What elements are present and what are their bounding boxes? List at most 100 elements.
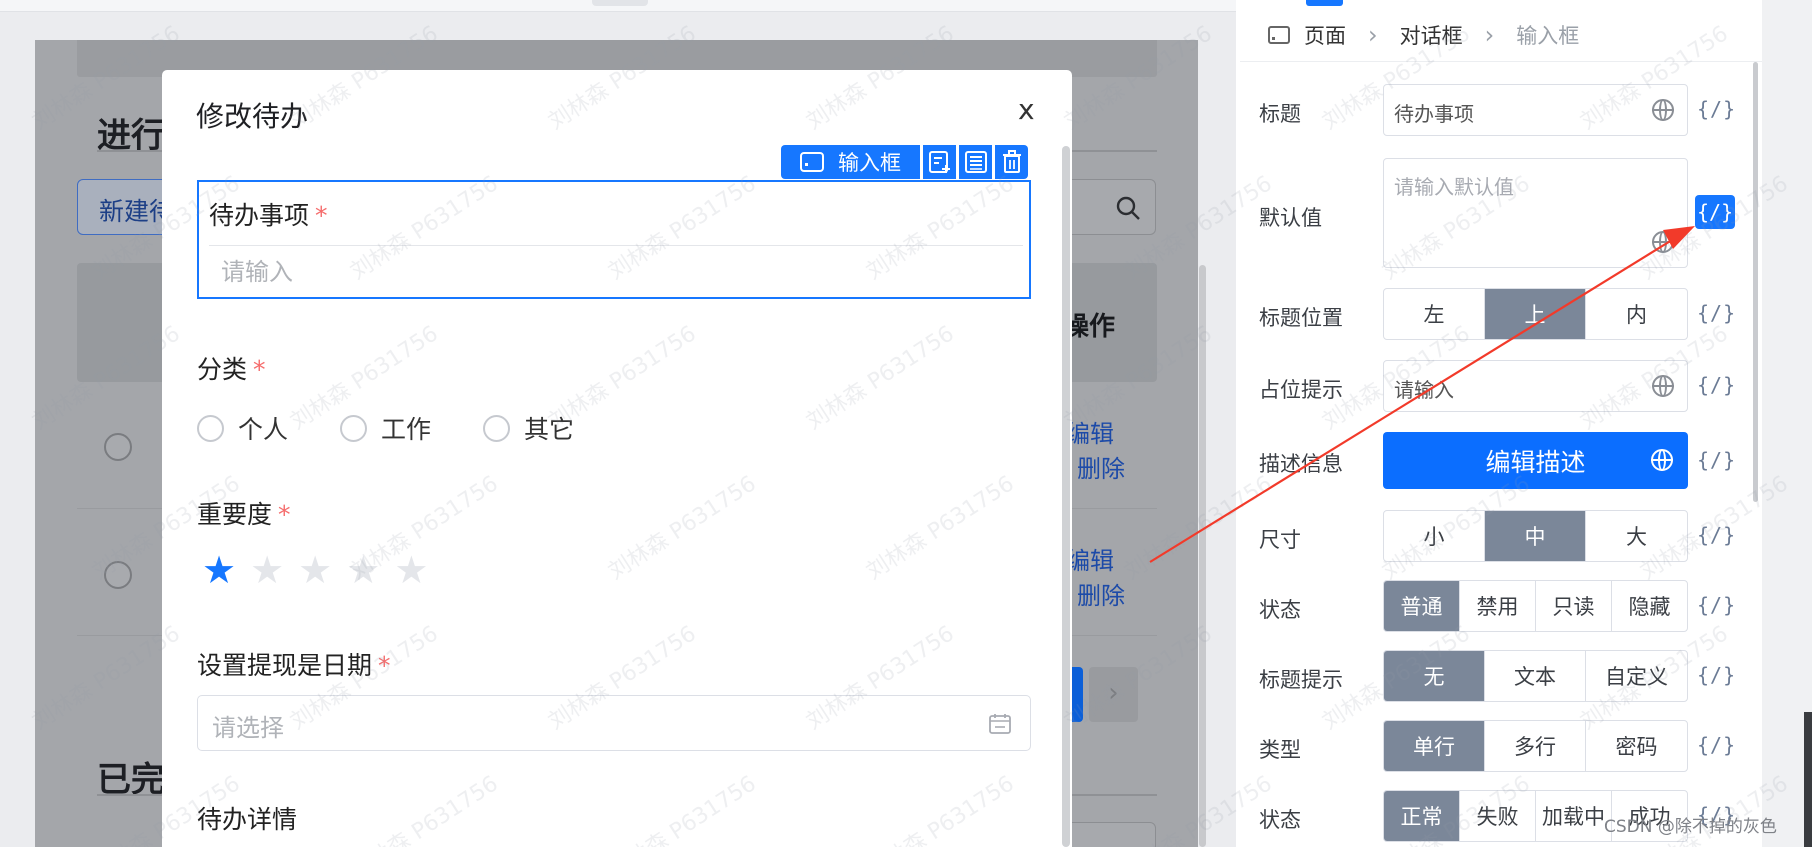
row-radio[interactable] xyxy=(104,561,132,589)
search-input[interactable] xyxy=(1060,179,1156,235)
importance-label: 重要度 * xyxy=(197,495,291,531)
breadcrumb-dialog[interactable]: 对话框 xyxy=(1400,20,1463,50)
title-input[interactable]: 待办事项 xyxy=(1383,84,1688,136)
segment-medium[interactable]: 中 xyxy=(1485,511,1586,561)
field-divider xyxy=(209,245,1023,246)
segment-hidden[interactable]: 隐藏 xyxy=(1612,581,1687,631)
row-delete-link[interactable]: 删除 xyxy=(1077,449,1125,484)
segment-readonly[interactable]: 只读 xyxy=(1536,581,1612,631)
size-segment: 小 中 大 xyxy=(1383,510,1688,562)
radio-other[interactable]: 其它 xyxy=(483,410,574,446)
globe-icon[interactable] xyxy=(1652,99,1674,121)
field-type-label: 输入框 xyxy=(838,151,901,175)
panel-scrollbar[interactable] xyxy=(1753,62,1758,502)
canvas-top-tab[interactable] xyxy=(592,0,648,6)
state-segment: 普通 禁用 只读 隐藏 xyxy=(1383,580,1688,632)
panel-edge xyxy=(1804,712,1812,847)
segment-inside[interactable]: 内 xyxy=(1586,289,1687,339)
field-type-badge[interactable]: 输入框 xyxy=(781,145,920,179)
dialog-scrollbar[interactable] xyxy=(1062,146,1070,847)
segment-disabled[interactable]: 禁用 xyxy=(1460,581,1536,631)
required-mark: * xyxy=(378,651,391,680)
dialog-close-button[interactable]: x xyxy=(1018,93,1035,126)
segment-password[interactable]: 密码 xyxy=(1586,721,1687,771)
breadcrumb-input: 输入框 xyxy=(1516,24,1580,48)
prop-label-status: 状态 xyxy=(1259,808,1301,832)
add-field-icon xyxy=(928,151,950,173)
star-icon[interactable]: ★ xyxy=(346,548,380,592)
globe-icon xyxy=(1651,449,1673,471)
code-binding-button[interactable]: {/} xyxy=(1697,301,1736,325)
search-input[interactable] xyxy=(1060,822,1156,847)
star-icon[interactable]: ★ xyxy=(394,548,428,592)
segment-top[interactable]: 上 xyxy=(1485,289,1586,339)
delete-field-button[interactable] xyxy=(995,145,1028,179)
edit-description-button[interactable]: 编辑描述 xyxy=(1383,432,1688,489)
importance-label-text: 重要度 xyxy=(197,500,273,529)
code-binding-button[interactable]: {/} xyxy=(1697,523,1736,547)
segment-loading[interactable]: 加载中 xyxy=(1536,791,1612,841)
selected-field-toolbar: 输入框 xyxy=(781,145,1028,179)
globe-icon[interactable] xyxy=(1652,375,1674,397)
code-binding-button[interactable]: {/} xyxy=(1697,733,1736,757)
reminder-date-picker[interactable]: 请选择 xyxy=(197,695,1031,751)
segment-left[interactable]: 左 xyxy=(1384,289,1485,339)
segment-single-line[interactable]: 单行 xyxy=(1384,721,1485,771)
code-binding-button-active[interactable]: {/} xyxy=(1695,195,1736,229)
segment-ok[interactable]: 正常 xyxy=(1384,791,1460,841)
add-field-button[interactable] xyxy=(923,145,956,179)
segment-none[interactable]: 无 xyxy=(1384,651,1485,701)
prop-label-title: 标题 xyxy=(1259,102,1301,126)
category-label: 分类 * xyxy=(197,350,266,386)
row-radio[interactable] xyxy=(104,433,132,461)
row-edit-link[interactable]: 编辑 xyxy=(1066,414,1114,449)
code-binding-button[interactable]: {/} xyxy=(1697,97,1736,121)
code-binding-button[interactable]: {/} xyxy=(1697,448,1736,472)
radio-work[interactable]: 工作 xyxy=(340,410,431,446)
copy-field-button[interactable] xyxy=(959,145,992,179)
globe-icon[interactable] xyxy=(1652,231,1674,253)
required-mark: * xyxy=(278,500,291,529)
segment-normal[interactable]: 普通 xyxy=(1384,581,1460,631)
prop-label-title-tip: 标题提示 xyxy=(1259,668,1343,692)
input-box-icon xyxy=(800,152,824,172)
importance-rating[interactable]: ★ ★ ★ ★ ★ xyxy=(202,548,428,592)
todo-detail-label: 待办详情 xyxy=(197,805,298,834)
segment-text[interactable]: 文本 xyxy=(1485,651,1586,701)
breadcrumb-page[interactable]: 页面 xyxy=(1304,20,1346,50)
star-icon[interactable]: ★ xyxy=(250,548,284,592)
edit-description-label: 编辑描述 xyxy=(1485,447,1586,477)
prop-label-title-position: 标题位置 xyxy=(1259,306,1343,330)
radio-personal[interactable]: 个人 xyxy=(197,410,288,446)
placeholder-input[interactable]: 请输入 xyxy=(1383,360,1688,412)
chevron-right-icon: › xyxy=(1368,21,1378,49)
star-icon[interactable]: ★ xyxy=(202,548,236,592)
code-binding-button[interactable]: {/} xyxy=(1697,663,1736,687)
panel-divider xyxy=(1240,61,1762,62)
pagination-next-button[interactable]: › xyxy=(1089,667,1138,722)
todo-title-input[interactable] xyxy=(209,250,1023,294)
segment-fail[interactable]: 失败 xyxy=(1460,791,1536,841)
canvas-scrollbar[interactable] xyxy=(1199,265,1206,847)
breadcrumb: 页面 › 对话框 › 输入框 xyxy=(1268,20,1579,50)
prop-label-placeholder: 占位提示 xyxy=(1259,378,1343,402)
radio-circle xyxy=(340,414,368,442)
radio-circle xyxy=(483,414,511,442)
segment-custom[interactable]: 自定义 xyxy=(1586,651,1687,701)
row-edit-link[interactable]: 编辑 xyxy=(1066,541,1114,576)
segment-large[interactable]: 大 xyxy=(1586,511,1687,561)
calendar-icon xyxy=(989,714,1011,734)
copy-icon xyxy=(964,151,987,173)
type-segment: 单行 多行 密码 xyxy=(1383,720,1688,772)
segment-multi-line[interactable]: 多行 xyxy=(1485,721,1586,771)
default-value-textarea[interactable]: 请输入默认值 xyxy=(1383,158,1688,268)
code-binding-button[interactable]: {/} xyxy=(1697,593,1736,617)
star-icon[interactable]: ★ xyxy=(298,548,332,592)
prop-label-default: 默认值 xyxy=(1259,206,1322,230)
selected-form-field[interactable]: 待办事项 * xyxy=(197,180,1031,299)
reminder-date-label: 设置提现是日期 * xyxy=(197,646,391,682)
segment-small[interactable]: 小 xyxy=(1384,511,1485,561)
code-binding-button[interactable]: {/} xyxy=(1697,373,1736,397)
row-delete-link[interactable]: 删除 xyxy=(1077,576,1125,611)
radio-label: 其它 xyxy=(524,415,575,444)
